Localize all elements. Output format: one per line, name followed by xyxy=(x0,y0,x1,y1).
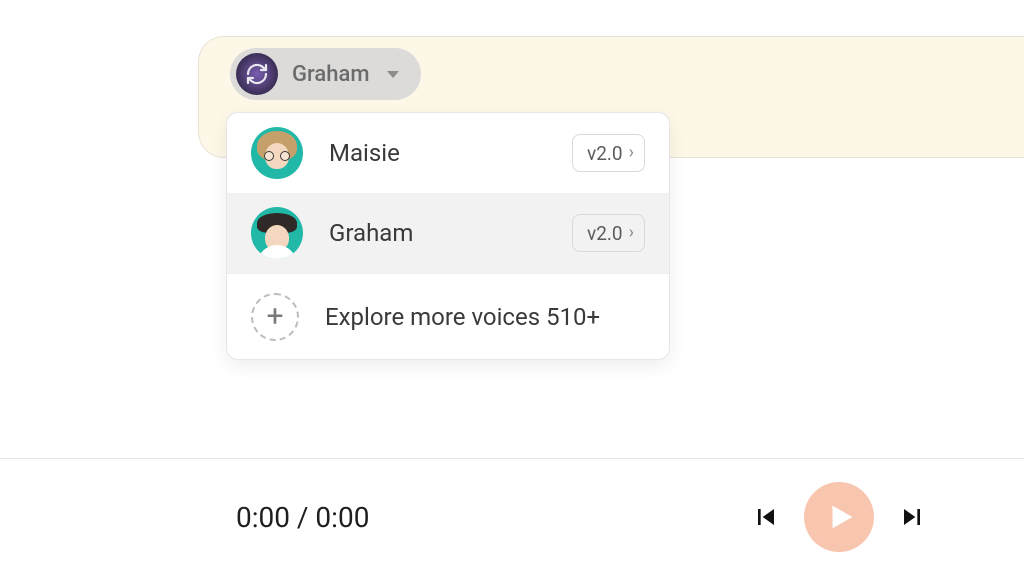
voice-option-label: Maisie xyxy=(329,139,546,167)
skip-next-icon xyxy=(896,501,928,533)
skip-previous-icon xyxy=(750,501,782,533)
voice-dropdown: Maisie v2.0 › Graham v2.0 › + Explore mo… xyxy=(226,112,670,360)
voice-option-maisie[interactable]: Maisie v2.0 › xyxy=(227,113,669,193)
chevron-right-icon: › xyxy=(629,224,634,242)
avatar-maisie xyxy=(251,127,303,179)
voice-avatar xyxy=(236,53,278,95)
previous-button[interactable] xyxy=(746,497,786,537)
voice-option-graham[interactable]: Graham v2.0 › xyxy=(227,193,669,273)
avatar-graham xyxy=(251,207,303,259)
voice-selector-pill[interactable]: Graham xyxy=(230,48,421,100)
voice-version-chip[interactable]: v2.0 › xyxy=(572,134,645,172)
voice-option-label: Graham xyxy=(329,219,546,247)
play-icon xyxy=(824,500,858,534)
chevron-right-icon: › xyxy=(629,144,634,162)
explore-more-label: Explore more voices 510+ xyxy=(325,303,600,331)
voice-version-label: v2.0 xyxy=(587,222,623,245)
play-button[interactable] xyxy=(804,482,874,552)
voice-version-chip[interactable]: v2.0 › xyxy=(572,214,645,252)
plus-icon: + xyxy=(251,293,299,341)
selected-voice-name: Graham xyxy=(292,62,369,87)
playback-time: 0:00 / 0:00 xyxy=(236,501,746,534)
audio-player-bar: 0:00 / 0:00 xyxy=(0,458,1024,576)
player-controls xyxy=(746,482,932,552)
refresh-icon xyxy=(245,62,269,86)
voice-version-label: v2.0 xyxy=(587,142,623,165)
explore-more-voices[interactable]: + Explore more voices 510+ xyxy=(227,273,669,359)
next-button[interactable] xyxy=(892,497,932,537)
chevron-down-icon xyxy=(387,71,399,78)
